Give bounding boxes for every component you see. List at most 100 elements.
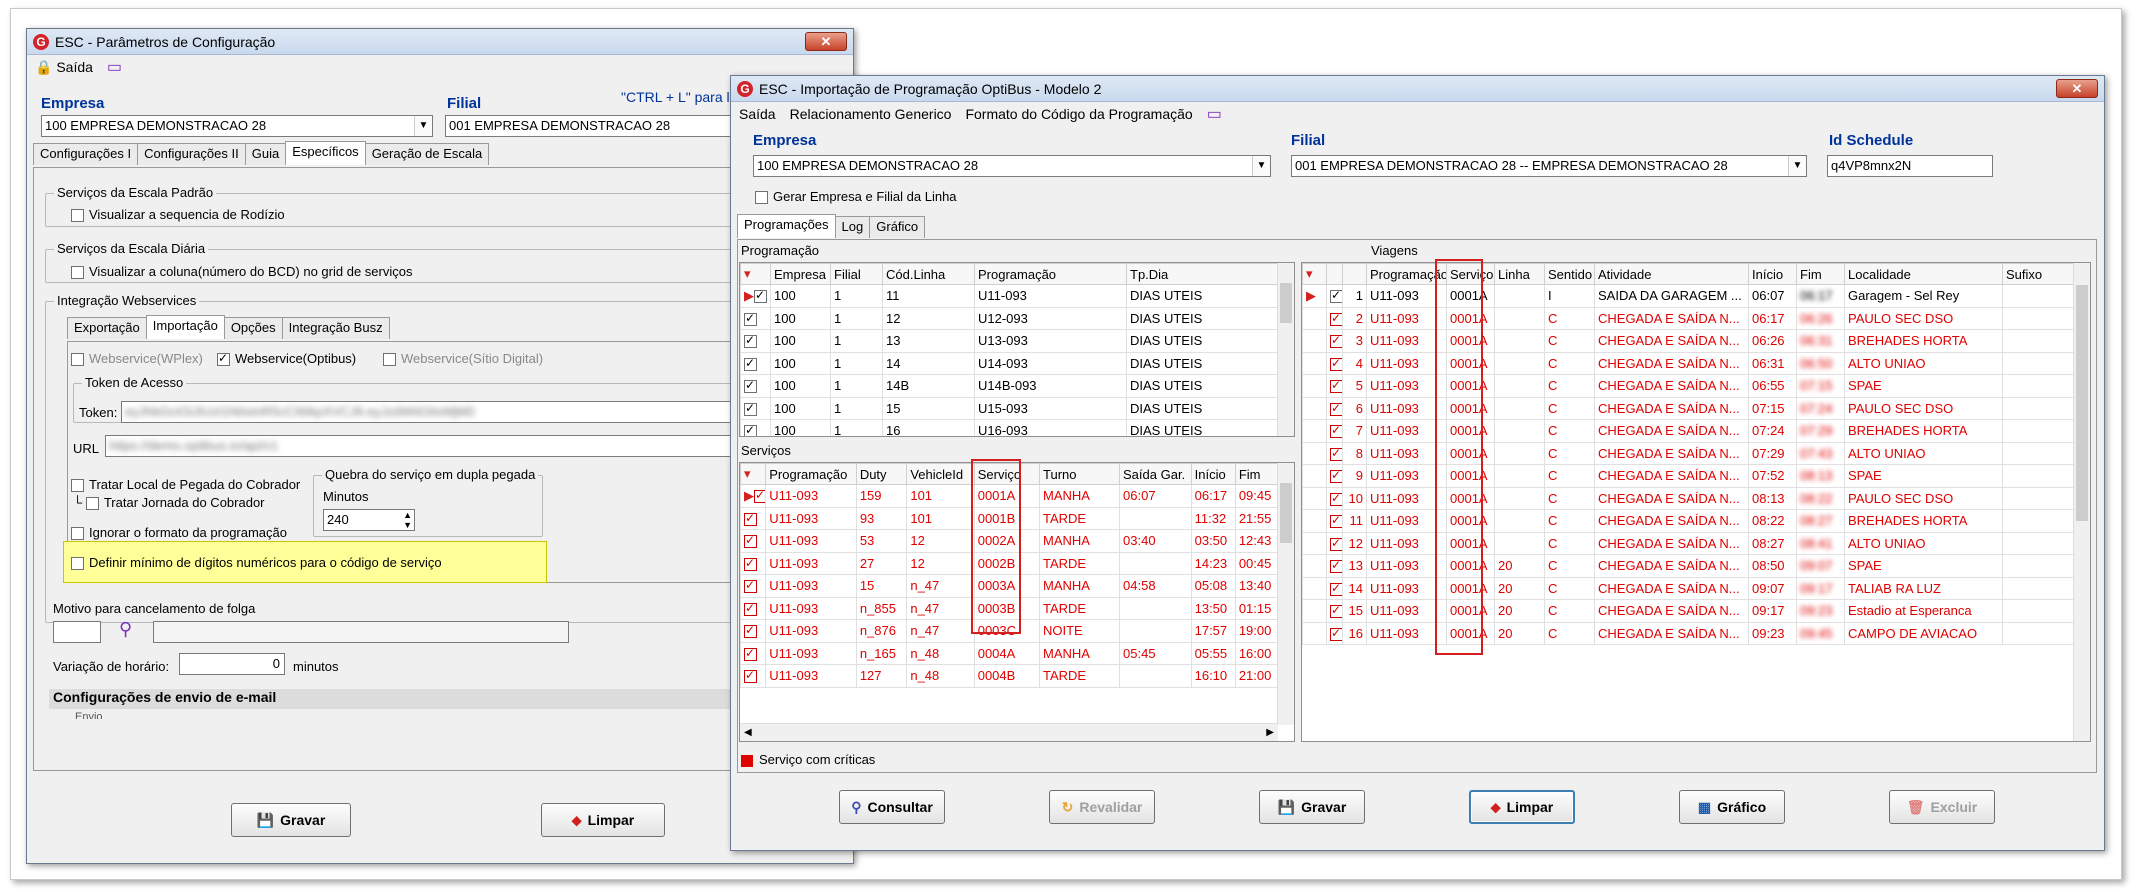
checkbox-checked-icon[interactable] — [1330, 581, 1342, 596]
chk-definir-digitos[interactable]: Definir mínimo de dígitos numéricos para… — [71, 555, 442, 571]
row-checkbox[interactable] — [1326, 441, 1343, 465]
chevron-down-icon[interactable]: ▼ — [414, 116, 432, 136]
grafico-button[interactable]: ▦ Gráfico — [1679, 790, 1785, 824]
close-button[interactable]: ✕ — [2056, 79, 2098, 98]
consultar-button[interactable]: ⚲ Consultar — [839, 790, 945, 824]
checkbox-checked-icon[interactable] — [1330, 423, 1342, 439]
column-header[interactable]: Atividade — [1594, 263, 1749, 285]
checkbox-checked-icon[interactable] — [744, 333, 757, 349]
row-checkbox[interactable] — [1326, 464, 1343, 488]
chk-rodizio[interactable]: Visualizar a sequencia de Rodízio — [71, 207, 285, 223]
table-row[interactable]: 100112U12-093DIAS UTEIS — [740, 306, 1279, 330]
table-row[interactable]: ▶ U11-0931591010001AMANHA06:0706:1709:45 — [740, 484, 1279, 508]
checkbox-icon[interactable] — [85, 497, 99, 511]
checkbox-checked-icon[interactable] — [744, 401, 757, 416]
programacao-grid[interactable]: ▾ Empresa Filial Cód.Linha Programação Tp.Dia… — [739, 262, 1295, 437]
limpar-button[interactable]: ⬥ Limpar — [541, 803, 665, 837]
menu-relacionamento[interactable]: Relacionamento Generico — [790, 106, 952, 122]
checkbox-icon[interactable] — [71, 353, 84, 367]
excluir-button[interactable]: 🗑 Excluir — [1889, 790, 1995, 824]
row-checkbox[interactable] — [1326, 576, 1343, 600]
row-checkbox[interactable] — [1326, 329, 1343, 353]
checkbox-checked-icon[interactable] — [1330, 378, 1342, 394]
row-checkbox[interactable] — [1326, 486, 1343, 510]
column-header[interactable]: Sufixo — [2002, 263, 2075, 285]
checkbox-checked-icon[interactable] — [1330, 558, 1342, 574]
row-checkbox[interactable] — [1326, 419, 1343, 443]
gravar-button[interactable]: 💾 Gravar — [231, 803, 351, 837]
close-button[interactable]: ✕ — [805, 32, 847, 51]
checkbox-checked-icon[interactable] — [744, 623, 757, 639]
row-checkbox[interactable] — [1326, 509, 1343, 533]
checkbox-checked-icon[interactable] — [1330, 468, 1342, 484]
tab-gr-fico[interactable]: Gráfico — [869, 216, 926, 238]
column-header[interactable]: Sentido — [1544, 263, 1595, 285]
column-header[interactable]: Localidade — [1844, 263, 2003, 285]
tab-exporta-o[interactable]: Exportação — [67, 317, 147, 339]
minutos-stepper[interactable]: 240 ▲ ▼ — [323, 509, 415, 531]
column-header[interactable]: Fim — [1234, 463, 1279, 485]
arrow-left-icon[interactable]: ◀ — [744, 724, 752, 741]
checkbox-checked-icon[interactable] — [1330, 626, 1342, 641]
filial-select[interactable]: 001 EMPRESA DEMONSTRACAO 28 -- EMPRESA D… — [1291, 155, 1807, 177]
table-row[interactable]: 5U11-0930001A CCHEGADA E SAÍDA N...06:550… — [1302, 374, 2075, 398]
table-row[interactable]: U11-093931010001BTARDE 11:3221:55 — [740, 506, 1279, 530]
table-row[interactable]: 3U11-0930001A CCHEGADA E SAÍDA N...06:260… — [1302, 329, 2075, 353]
table-row[interactable]: 6U11-0930001A CCHEGADA E SAÍDA N...07:150… — [1302, 396, 2075, 420]
checkbox-checked-icon[interactable] — [744, 356, 757, 371]
table-row[interactable]: U11-093n_855n_470003BTARDE 13:5001:15 — [740, 596, 1279, 620]
chat-icon[interactable]: ▭ — [1207, 104, 1222, 124]
chevron-down-icon[interactable]: ▼ — [1788, 156, 1806, 176]
column-header[interactable]: Tp.Dia — [1126, 263, 1279, 285]
scroll-thumb[interactable] — [1280, 483, 1292, 543]
viagens-scrollbar[interactable] — [2073, 263, 2090, 741]
checkbox-checked-icon[interactable] — [744, 601, 757, 616]
row-checkbox[interactable] — [1326, 621, 1343, 645]
menu-saida[interactable]: Saída — [739, 106, 776, 122]
table-row[interactable]: ▶100111U11-093DIAS UTEIS — [740, 284, 1279, 308]
checkbox-icon[interactable] — [71, 266, 84, 280]
column-header[interactable]: Início — [1190, 463, 1236, 485]
schedule-input[interactable]: q4VP8mnx2N — [1827, 155, 1993, 177]
chk-pegada[interactable]: Tratar Local de Pegada do Cobrador — [71, 477, 300, 493]
checkbox-icon[interactable] — [755, 191, 768, 205]
column-header[interactable]: Saída Gar. — [1119, 463, 1192, 485]
table-row[interactable]: 100116U16-093DIAS UTEIS — [740, 419, 1279, 436]
table-row[interactable]: 100113U13-093DIAS UTEIS — [740, 329, 1279, 353]
variacao-input[interactable]: 0 — [179, 653, 285, 675]
row-checkbox[interactable] — [1326, 554, 1343, 578]
column-header[interactable]: Programação — [765, 463, 857, 485]
checkbox-checked-icon[interactable] — [217, 351, 230, 367]
tab-configura-es-ii[interactable]: Configurações II — [137, 143, 246, 165]
column-header[interactable]: Linha — [1494, 263, 1545, 285]
motivo-code-input[interactable] — [53, 621, 101, 643]
row-checkbox[interactable] — [1326, 374, 1343, 398]
table-row[interactable]: 11U11-0930001A CCHEGADA E SAÍDA N...08:22… — [1302, 509, 2075, 533]
table-row[interactable]: ▶ 1U11-0930001A ISAIDA DA GARAGEM ...06:07… — [1302, 284, 2075, 308]
checkbox-checked-icon[interactable] — [744, 668, 757, 684]
column-header[interactable]: Duty — [855, 463, 908, 485]
column-header[interactable]: Início — [1748, 263, 1797, 285]
empresa-select[interactable]: 100 EMPRESA DEMONSTRACAO 28 ▼ — [41, 115, 433, 137]
column-header[interactable]: Programação — [974, 263, 1127, 285]
row-checkbox[interactable] — [1326, 284, 1343, 308]
checkbox-checked-icon[interactable] — [1330, 491, 1342, 506]
checkbox-checked-icon[interactable] — [744, 556, 757, 571]
row-checkbox[interactable] — [1326, 396, 1343, 420]
table-row[interactable]: 8U11-0930001A CCHEGADA E SAÍDA N...07:290… — [1302, 441, 2075, 465]
table-row[interactable]: U11-09315n_470003AMANHA04:5805:0813:40 — [740, 574, 1279, 598]
table-row[interactable]: 10U11-0930001A CCHEGADA E SAÍDA N...08:13… — [1302, 486, 2075, 510]
column-header[interactable]: Empresa — [770, 263, 831, 285]
table-row[interactable]: 16U11-0930001A20CCHEGADA E SAÍDA N...09:… — [1302, 621, 2075, 645]
checkbox-checked-icon[interactable] — [1330, 288, 1342, 304]
chk-wplex[interactable]: Webservice(WPlex) — [71, 351, 203, 367]
scroll-thumb[interactable] — [2076, 285, 2088, 521]
limpar-button[interactable]: ⬥ Limpar — [1469, 790, 1575, 824]
table-row[interactable]: 15U11-0930001A20CCHEGADA E SAÍDA N...09:… — [1302, 599, 2075, 623]
column-header[interactable]: Filial — [830, 263, 883, 285]
tab-integra-o-busz[interactable]: Integração Busz — [281, 317, 390, 339]
checkbox-checked-icon[interactable] — [744, 311, 757, 326]
table-row[interactable]: U11-093n_165n_480004AMANHA05:4505:5516:0… — [740, 641, 1279, 665]
checkbox-checked-icon[interactable] — [1330, 356, 1342, 371]
chk-optibus[interactable]: Webservice(Optibus) — [217, 351, 356, 367]
